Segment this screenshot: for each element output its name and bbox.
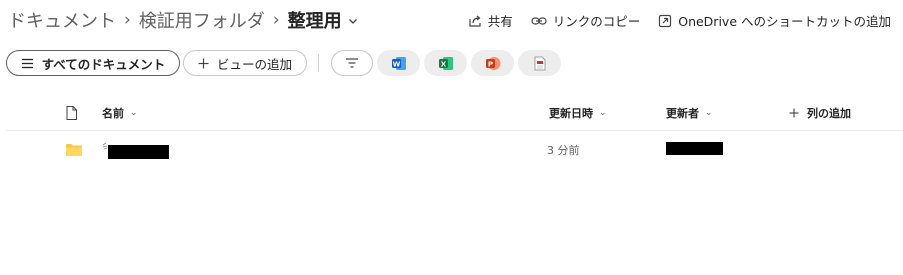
name-column-header[interactable]: 名前 ⌄ xyxy=(102,96,138,130)
chevron-down-icon: ⌄ xyxy=(599,108,607,118)
copy-link-button[interactable]: リンクのコピー xyxy=(531,11,641,30)
svg-text:X: X xyxy=(440,60,446,68)
page-title[interactable]: 整理用 xyxy=(288,7,342,33)
file-type-column-header[interactable] xyxy=(66,96,77,130)
hamburger-icon xyxy=(21,58,33,68)
breadcrumb: ドキュメント › 検証用フォルダ › 整理用 xyxy=(8,6,358,34)
file-name-cell[interactable] xyxy=(102,131,169,169)
plus-icon xyxy=(789,108,799,118)
add-view-button[interactable]: ビューの追加 xyxy=(183,50,307,76)
view-toolbar: すべてのドキュメント ビューの追加 W X P xyxy=(6,50,565,76)
chevron-right-icon: › xyxy=(272,10,280,30)
word-icon: W xyxy=(391,56,406,70)
chevron-down-icon: ⌄ xyxy=(130,108,138,118)
name-column-label: 名前 xyxy=(102,107,124,120)
add-shortcut-label: OneDrive へのショートカットの追加 xyxy=(678,14,891,29)
modified-column-label: 更新日時 xyxy=(549,107,593,120)
pdf-icon xyxy=(534,56,545,70)
share-icon xyxy=(469,15,481,27)
add-shortcut-button[interactable]: OneDrive へのショートカットの追加 xyxy=(658,11,891,30)
modified-column-header[interactable]: 更新日時 ⌄ xyxy=(549,96,607,130)
all-documents-view-button[interactable]: すべてのドキュメント xyxy=(6,50,180,76)
filter-icon xyxy=(346,58,358,68)
copy-link-label: リンクのコピー xyxy=(552,14,641,29)
word-filter-chip[interactable]: W xyxy=(377,50,420,76)
chevron-down-icon[interactable] xyxy=(348,10,358,31)
modified-by-cell[interactable] xyxy=(666,131,723,169)
powerpoint-filter-chip[interactable]: P xyxy=(471,50,514,76)
table-row[interactable]: 3 分前 xyxy=(6,131,903,169)
toolbar-divider xyxy=(318,54,319,72)
document-icon xyxy=(66,106,77,120)
folder-icon xyxy=(65,131,83,169)
add-column-button[interactable]: 列の追加 xyxy=(789,96,851,130)
modified-cell: 3 分前 xyxy=(547,144,580,157)
shortcut-icon xyxy=(659,14,672,27)
redacted-user-name xyxy=(666,141,723,155)
pdf-filter-chip[interactable] xyxy=(518,50,561,76)
chevron-right-icon: › xyxy=(124,10,131,30)
command-actions: 共有 リンクのコピー OneDrive へのショートカットの追加 xyxy=(450,11,891,30)
new-item-sparkle-icon xyxy=(102,142,108,150)
share-button[interactable]: 共有 xyxy=(468,11,513,30)
share-label: 共有 xyxy=(487,14,513,29)
svg-text:P: P xyxy=(487,60,492,68)
add-column-label: 列の追加 xyxy=(807,107,851,120)
add-view-label: ビューの追加 xyxy=(216,56,292,72)
plus-icon xyxy=(198,58,209,68)
svg-text:W: W xyxy=(392,60,400,68)
powerpoint-icon: P xyxy=(485,56,500,70)
excel-icon: X xyxy=(438,56,453,70)
breadcrumb-item-documents[interactable]: ドキュメント xyxy=(8,7,116,33)
breadcrumb-item-folder[interactable]: 検証用フォルダ xyxy=(139,7,265,33)
link-icon xyxy=(531,16,547,25)
modified-by-column-header[interactable]: 更新者 ⌄ xyxy=(666,96,713,130)
excel-filter-chip[interactable]: X xyxy=(424,50,467,76)
chevron-down-icon: ⌄ xyxy=(705,108,713,118)
filter-button[interactable] xyxy=(331,50,373,76)
modified-by-column-label: 更新者 xyxy=(666,107,699,120)
redacted-file-name xyxy=(108,145,169,159)
all-documents-label: すべてのドキュメント xyxy=(41,56,166,72)
table-header: 名前 ⌄ 更新日時 ⌄ 更新者 ⌄ 列の追加 xyxy=(6,96,903,131)
